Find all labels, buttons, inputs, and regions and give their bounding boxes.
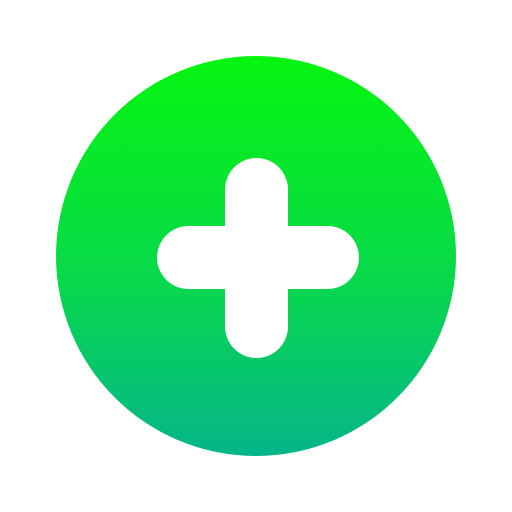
app-icon[interactable] (56, 56, 456, 456)
icon-canvas (0, 0, 512, 512)
plus-horizontal-bar (157, 226, 359, 289)
